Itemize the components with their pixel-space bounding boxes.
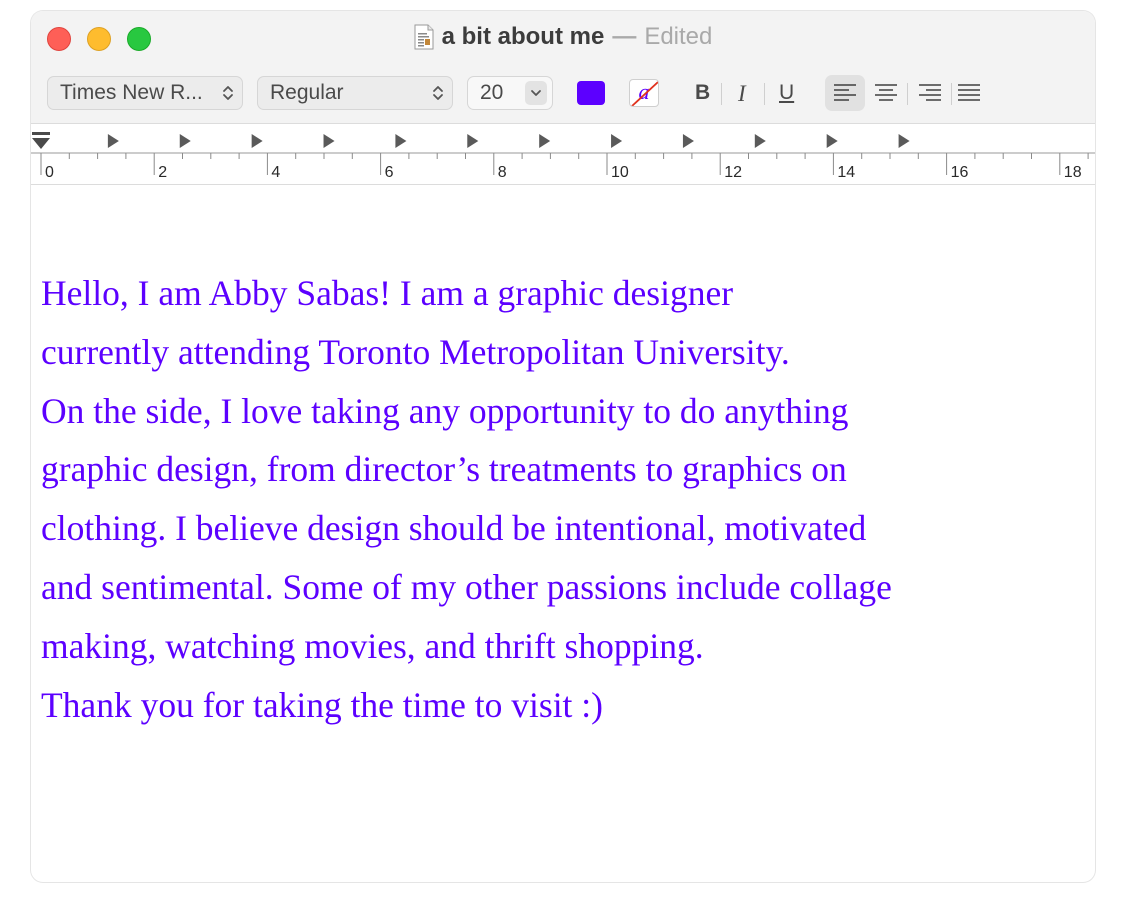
ruler-number: 18 [1063, 164, 1082, 181]
text-color-well[interactable] [577, 81, 605, 105]
justify-button[interactable] [949, 75, 989, 111]
underline-button[interactable]: U [779, 81, 794, 107]
window-title-bar: a bit about me — Edited [31, 21, 1095, 53]
font-family-popup[interactable]: Times New R... [47, 76, 243, 110]
document-text-line: On the side, I love taking any opportuni… [41, 390, 849, 431]
italic-button[interactable]: I [738, 81, 746, 107]
ruler-number: 0 [45, 164, 54, 181]
tab-stop-marker-icon[interactable] [611, 134, 623, 148]
tab-stop-marker-icon[interactable] [395, 134, 407, 148]
document-text-line: Thank you for taking the time to visit :… [41, 684, 603, 725]
font-size-value[interactable]: 20 [480, 81, 503, 105]
toolbar-divider [721, 83, 722, 105]
ruler-number: 6 [384, 164, 394, 181]
align-left-button[interactable] [825, 75, 865, 111]
ruler-number: 14 [837, 164, 856, 181]
ruler-number: 8 [497, 164, 507, 181]
chevron-down-icon [531, 90, 541, 96]
document-text-line: clothing. I believe design should be int… [41, 508, 867, 549]
toolbar-divider [907, 83, 908, 105]
document-text-line: currently attending Toronto Metropolitan… [41, 331, 790, 372]
ruler-ticks [31, 132, 1095, 175]
document-icon[interactable] [414, 24, 434, 50]
document-text-line: graphic design, from director’s treatmen… [41, 449, 847, 490]
no-color-slash-icon [631, 81, 658, 106]
tab-stop-marker-icon[interactable] [179, 134, 191, 148]
ruler-number: 4 [271, 164, 281, 181]
edited-status[interactable]: Edited [644, 23, 712, 51]
tab-stop-marker-icon[interactable] [898, 134, 910, 148]
ruler-number: 16 [950, 164, 969, 181]
tab-stop-marker-icon[interactable] [107, 134, 119, 148]
toolbar-divider [764, 83, 765, 105]
tab-stop-marker-icon[interactable] [323, 134, 335, 148]
background-color-well[interactable]: a [629, 79, 659, 107]
up-down-chevron-icon [433, 86, 443, 100]
align-center-button[interactable] [866, 75, 906, 111]
justify-icon [958, 84, 980, 101]
document-text-line: Hello, I am Abby Sabas! I am a graphic d… [41, 273, 734, 313]
textedit-window: a bit about me — Edited Times New R... R… [31, 11, 1095, 882]
window-title: a bit about me [441, 23, 605, 50]
font-style-value: Regular [270, 81, 344, 104]
tab-stop-marker-icon[interactable] [754, 134, 766, 148]
tab-stop-marker-icon[interactable] [539, 134, 551, 148]
document-text-area[interactable]: Hello, I am Abby Sabas! I am a graphic d… [41, 264, 1041, 734]
title-separator: — [612, 23, 637, 50]
ruler[interactable]: 0 2 4 6 8 10 12 14 16 18 [31, 123, 1095, 185]
tab-stop-marker-icon[interactable] [467, 134, 479, 148]
document-text-line: making, watching movies, and thrift shop… [41, 625, 704, 666]
bold-button[interactable]: B [695, 81, 710, 107]
align-right-button[interactable] [910, 75, 950, 111]
ruler-number: 10 [611, 164, 629, 181]
ruler-number: 2 [158, 164, 168, 181]
font-size-combo[interactable]: 20 [467, 76, 553, 110]
font-family-value: Times New R... [60, 81, 203, 104]
document-text-line: and sentimental. Some of my other passio… [41, 566, 892, 607]
align-left-icon [834, 84, 856, 101]
up-down-chevron-icon [223, 86, 233, 100]
tab-stop-marker-icon[interactable] [826, 134, 838, 148]
tab-stop-marker-icon[interactable] [682, 134, 694, 148]
ruler-number: 12 [724, 164, 742, 181]
tab-stop-marker-icon[interactable] [251, 134, 263, 148]
align-right-icon [919, 84, 941, 101]
indent-marker-icon[interactable] [32, 132, 50, 149]
window-toolbar: a bit about me — Edited Times New R... R… [31, 11, 1095, 123]
align-center-icon [875, 84, 897, 101]
font-style-popup[interactable]: Regular [257, 76, 453, 110]
font-size-dropdown-button[interactable] [525, 81, 547, 105]
